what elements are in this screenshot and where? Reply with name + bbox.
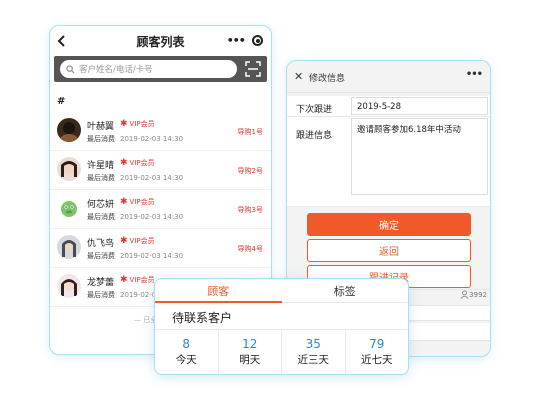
more-dots-icon[interactable]: •••: [466, 69, 483, 80]
stat-label: 今天: [175, 353, 197, 366]
close-target-icon[interactable]: [252, 35, 264, 46]
stat-today[interactable]: 8 今天: [155, 330, 219, 374]
vip-badge: ✱ VIP会员: [120, 197, 155, 207]
customer-name: 仇飞鸟: [87, 239, 115, 249]
last-purchase-time: 2019-02-03 14:30: [120, 252, 184, 260]
search-icon: [66, 64, 75, 73]
search-placeholder: 客户姓名/电话/卡号: [79, 65, 153, 75]
stat-tomorrow[interactable]: 12 明天: [219, 330, 282, 374]
contact-summary-card: 顾客 标签 待联系客户 8 今天 12 明天 35 近三天 79 近七天: [154, 278, 409, 375]
vip-label: VIP会员: [129, 276, 155, 284]
customer-list-header: 顾客列表 •••: [50, 26, 271, 56]
customer-name: 龙梦蕾: [87, 278, 115, 288]
vip-badge: ✱ VIP会员: [120, 236, 155, 246]
next-followup-field[interactable]: 2019-5-28: [351, 97, 488, 115]
last-purchase-label: 最后消费: [87, 252, 115, 260]
user-icon: [460, 290, 469, 299]
vip-badge: ✱ VIP会员: [120, 119, 155, 129]
stat-value: 12: [242, 337, 258, 352]
vip-label: VIP会员: [129, 237, 155, 245]
page-title: 顾客列表: [136, 34, 185, 49]
vip-label: VIP会员: [129, 159, 155, 167]
avatar: [57, 157, 81, 181]
stat-value: 35: [305, 337, 321, 352]
vip-badge: ✱ VIP会员: [120, 158, 155, 168]
avatar: [57, 235, 81, 259]
avatar: [57, 274, 81, 298]
avatar: [57, 196, 81, 220]
last-purchase: 最后消费 2019-02-03 14:30: [87, 134, 183, 144]
index-letter: #: [57, 96, 66, 107]
last-purchase-label: 最后消费: [87, 174, 115, 182]
contact-stats: 8 今天 12 明天 35 近三天 79 近七天: [155, 330, 409, 374]
followup-info-textarea[interactable]: 邀请顾客参加6.18年中活动: [351, 118, 488, 195]
vip-star-icon: ✱: [120, 275, 128, 285]
last-purchase: 最后消费 2019-02-03 14:30: [87, 173, 183, 183]
tab-bar: 顾客 标签: [155, 279, 408, 303]
guide-tag: 导购4号: [237, 245, 263, 253]
back-button[interactable]: 返回: [307, 239, 471, 262]
customer-row[interactable]: 仇飞鸟 ✱ VIP会员 最后消费 2019-02-03 14:30 导购4号: [50, 229, 271, 268]
search-bar: 客户姓名/电话/卡号: [54, 56, 267, 82]
guide-tag: 导购2号: [237, 167, 263, 175]
customer-row[interactable]: 叶赫翼 ✱ VIP会员 最后消费 2019-02-03 14:30 导购1号: [50, 112, 271, 151]
tab-tags[interactable]: 标签: [282, 279, 409, 302]
followup-info-row: 跟进信息 邀请顾客参加6.18年中活动: [287, 117, 490, 207]
customer-row[interactable]: 何芯妍 ✱ VIP会员 最后消费 2019-02-03 14:30 导购3号: [50, 190, 271, 229]
stat-label: 近七天: [361, 353, 393, 366]
vip-label: VIP会员: [129, 198, 155, 206]
stat-label: 明天: [239, 353, 261, 366]
last-purchase-time: 2019-02-03 14:30: [120, 213, 184, 221]
guide-tag: 导购3号: [237, 206, 263, 214]
customer-name: 许星晴: [87, 161, 115, 171]
tab-customers[interactable]: 顾客: [155, 279, 282, 303]
last-purchase-time: 2019-02-03 14:30: [120, 135, 184, 143]
stat-value: 79: [369, 337, 385, 352]
vip-star-icon: ✱: [120, 158, 128, 168]
last-purchase-label: 最后消费: [87, 213, 115, 221]
stat-label: 近三天: [297, 353, 330, 366]
scan-icon[interactable]: [245, 61, 261, 77]
next-followup-label: 下次跟进: [296, 105, 333, 115]
edit-info-header: ✕ 修改信息 •••: [287, 61, 490, 93]
user-count-value: 3992: [469, 290, 487, 299]
vip-star-icon: ✱: [120, 197, 128, 207]
last-purchase-label: 最后消费: [87, 291, 115, 299]
last-purchase: 最后消费 2019-02-03 14:30: [87, 212, 183, 222]
section-title: 待联系客户: [155, 303, 408, 330]
customer-name: 叶赫翼: [87, 122, 115, 132]
followup-form: 下次跟进 2019-5-28 跟进信息 邀请顾客参加6.18年中活动: [287, 96, 490, 207]
customer-row[interactable]: 许星晴 ✱ VIP会员 最后消费 2019-02-03 14:30 导购2号: [50, 151, 271, 190]
back-arrow-icon[interactable]: [55, 34, 69, 48]
vip-star-icon: ✱: [120, 119, 128, 129]
avatar: [57, 118, 81, 142]
stat-value: 8: [182, 337, 191, 352]
search-input[interactable]: 客户姓名/电话/卡号: [60, 60, 237, 78]
confirm-button[interactable]: 确定: [307, 213, 471, 236]
vip-star-icon: ✱: [120, 236, 128, 246]
close-icon[interactable]: ✕: [294, 70, 303, 83]
vip-badge: ✱ VIP会员: [120, 275, 155, 285]
user-count: 3992: [460, 290, 487, 299]
stat-three-days[interactable]: 35 近三天: [282, 330, 346, 374]
vip-label: VIP会员: [129, 120, 155, 128]
customer-name: 何芯妍: [87, 200, 115, 210]
last-purchase-label: 最后消费: [87, 135, 115, 143]
next-followup-row: 下次跟进 2019-5-28: [287, 96, 490, 117]
followup-info-label: 跟进信息: [296, 131, 333, 141]
guide-tag: 导购1号: [237, 128, 263, 136]
mini-program-capsule: •••: [223, 31, 267, 50]
last-purchase-time: 2019-02-03 14:30: [120, 174, 184, 182]
more-dots-icon[interactable]: •••: [227, 35, 246, 46]
stat-seven-days[interactable]: 79 近七天: [346, 330, 409, 374]
edit-info-title: 修改信息: [309, 74, 346, 84]
last-purchase: 最后消费 2019-02-03 14:30: [87, 251, 183, 261]
